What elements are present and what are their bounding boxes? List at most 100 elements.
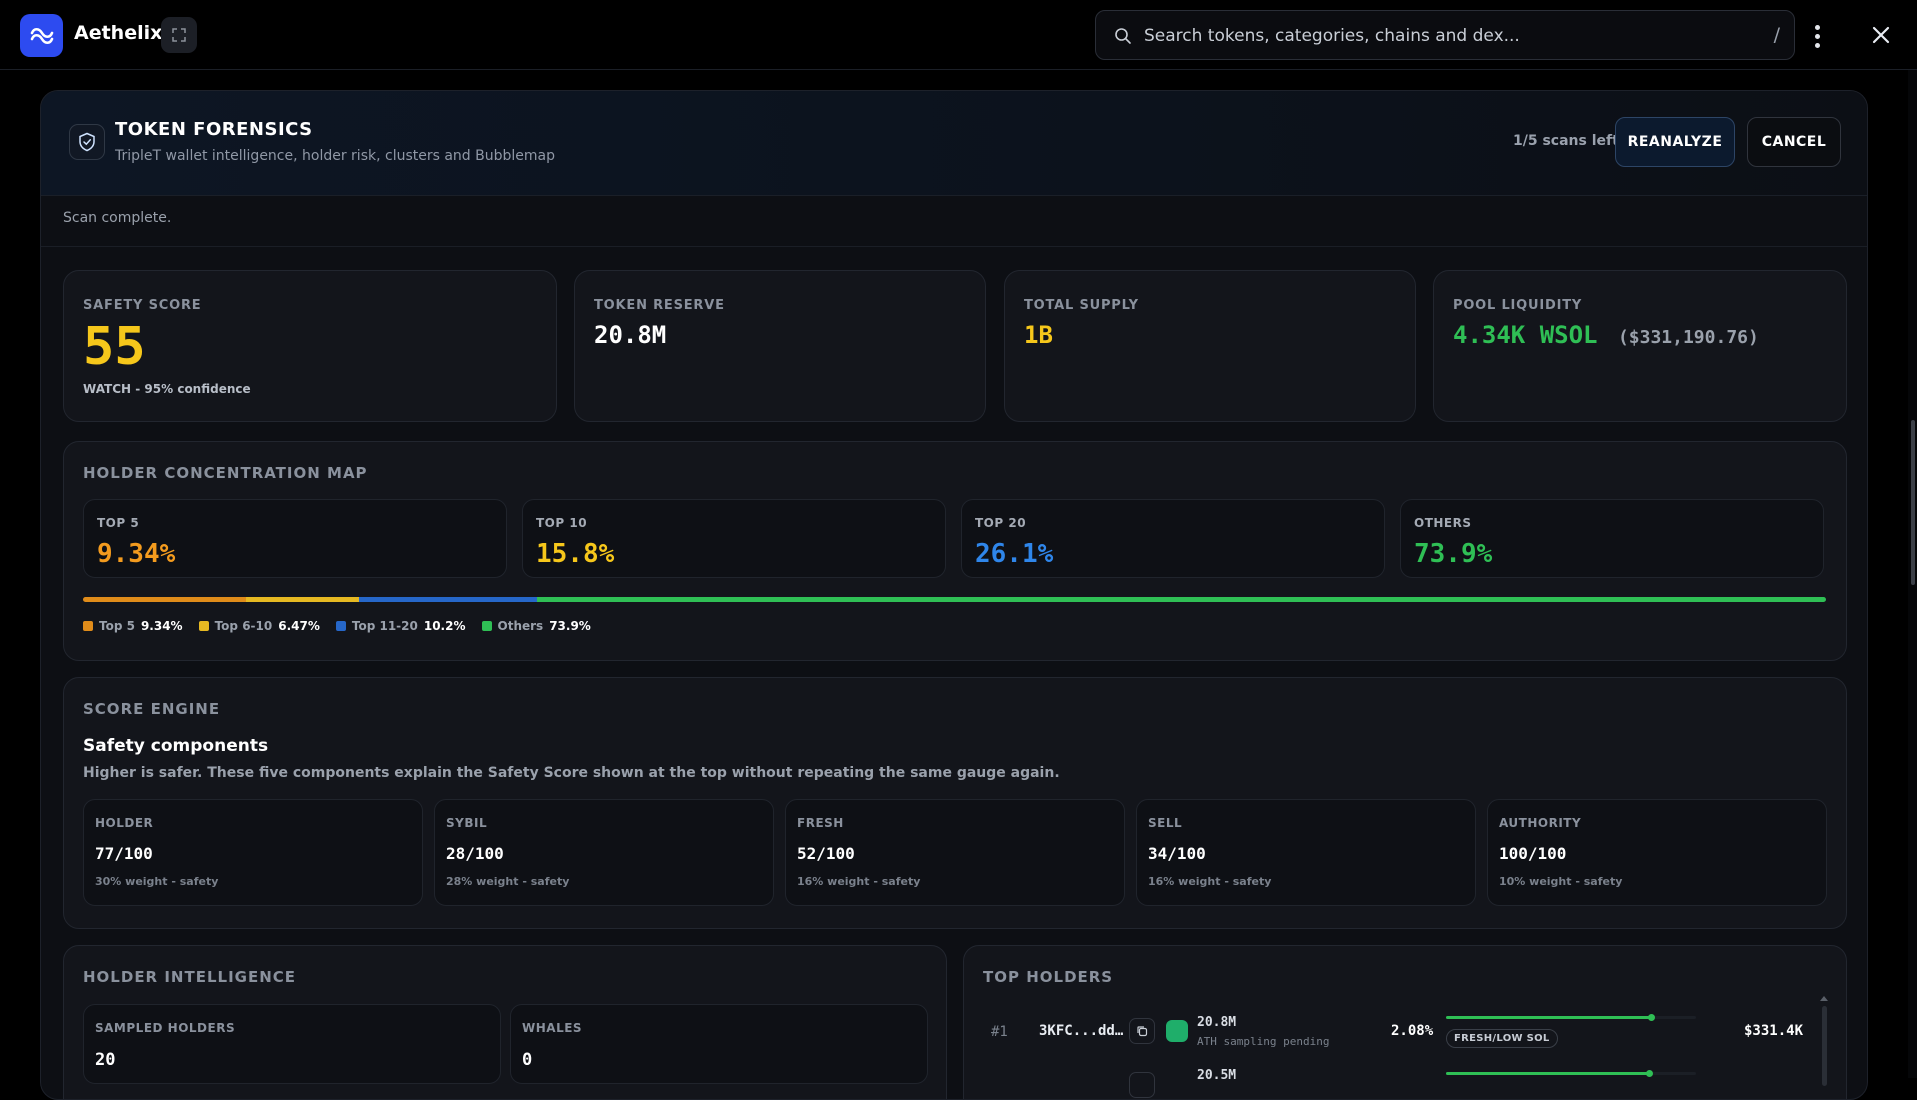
component-label: FRESH <box>797 816 844 830</box>
whales-box: WHALES 0 <box>510 1004 928 1084</box>
panel-header: TOKEN FORENSICS TripleT wallet intellige… <box>41 91 1867 196</box>
more-options-icon[interactable] <box>1805 18 1829 54</box>
score-engine-heading: Safety components <box>83 736 269 756</box>
holder-intelligence-card: HOLDER INTELLIGENCE SAMPLED HOLDERS 20 W… <box>63 945 947 1099</box>
conc-label: TOP 10 <box>536 516 588 530</box>
token-reserve-value: 20.8M <box>594 321 667 349</box>
conc-others: OTHERS 73.9% <box>1400 499 1824 578</box>
holder-amount: 20.5M <box>1197 1068 1237 1083</box>
copy-icon[interactable] <box>1129 1018 1155 1044</box>
holder-share-dot <box>1648 1014 1655 1021</box>
token-reserve-label: TOKEN RESERVE <box>594 298 725 313</box>
component-weight: 10% weight - safety <box>1499 875 1623 888</box>
conc-top5: TOP 5 9.34% <box>83 499 507 578</box>
component-weight: 16% weight - safety <box>1148 875 1272 888</box>
conc-label: TOP 5 <box>97 516 140 530</box>
concentration-bar-segment <box>83 597 246 602</box>
holder-tag-badge: FRESH/LOW SOL <box>1446 1029 1558 1048</box>
total-supply-value: 1B <box>1024 321 1053 349</box>
app-logo-icon[interactable] <box>20 14 63 57</box>
concentration-bar-segment <box>536 597 1826 602</box>
legend-name: Top 6-10 <box>214 619 273 633</box>
copy-icon[interactable] <box>1129 1072 1155 1098</box>
pool-liquidity-value-wrap: 4.34K WSOL ($331,190.76) <box>1453 321 1759 349</box>
holder-row[interactable]: #1 3KFC...dd… 20.8M ATH sampling pending… <box>964 1008 1846 1068</box>
holder-amount: 20.8M <box>1197 1015 1237 1030</box>
legend-item: Top 6-10 6.47% <box>198 619 320 633</box>
pool-liquidity-value: 4.34K WSOL <box>1453 321 1598 349</box>
conc-top20: TOP 20 26.1% <box>961 499 1385 578</box>
search-input[interactable] <box>1144 23 1734 49</box>
component-label: SELL <box>1148 816 1183 830</box>
holder-concentration-card: HOLDER CONCENTRATION MAP TOP 5 9.34% TOP… <box>63 441 1847 661</box>
component-label: SYBIL <box>446 816 488 830</box>
legend-name: Top 11-20 <box>351 619 418 633</box>
concentration-bar-segment <box>358 597 537 602</box>
safety-score-label: SAFETY SCORE <box>83 298 202 313</box>
list-scroll-up-icon[interactable] <box>1820 996 1828 1001</box>
component-label: AUTHORITY <box>1499 816 1582 830</box>
concentration-bar-segment <box>245 597 359 602</box>
legend-swatch <box>335 621 346 631</box>
concentration-bar <box>83 597 1826 602</box>
hi-value: 20 <box>95 1050 116 1070</box>
component-sell: SELL 34/100 16% weight - safety <box>1136 799 1476 906</box>
holder-address[interactable]: 3KFC...dd… <box>1039 1023 1123 1039</box>
legend-value: 73.9% <box>549 619 591 633</box>
score-engine-title: SCORE ENGINE <box>83 700 221 718</box>
scans-left-counter: 1/5 scans left <box>1513 133 1619 149</box>
total-supply-label: TOTAL SUPPLY <box>1024 298 1139 313</box>
page-scrollbar-thumb[interactable] <box>1911 420 1915 585</box>
legend-swatch <box>198 621 209 631</box>
reanalyze-button[interactable]: REANALYZE <box>1615 117 1735 167</box>
close-icon[interactable] <box>1868 22 1894 48</box>
holder-ath-note: ATH sampling pending <box>1197 1035 1330 1048</box>
sampled-holders-box: SAMPLED HOLDERS 20 <box>83 1004 501 1084</box>
component-holder: HOLDER 77/100 30% weight - safety <box>83 799 423 906</box>
conc-label: TOP 20 <box>975 516 1027 530</box>
component-weight: 28% weight - safety <box>446 875 570 888</box>
top-holders-card: TOP HOLDERS #1 3KFC...dd… 20.8M ATH samp… <box>963 945 1847 1099</box>
concentration-legend: Top 5 9.34% Top 6-10 6.47% Top 11-20 10.2% … <box>83 619 591 633</box>
component-label: HOLDER <box>95 816 154 830</box>
component-value: 100/100 <box>1499 844 1567 863</box>
cancel-button[interactable]: CANCEL <box>1747 117 1841 167</box>
component-sybil: SYBIL 28/100 28% weight - safety <box>434 799 774 906</box>
holder-intelligence-title: HOLDER INTELLIGENCE <box>83 968 297 986</box>
conc-value: 26.1% <box>975 539 1054 569</box>
holder-rank: #1 <box>991 1024 1008 1040</box>
shield-icon <box>69 124 105 160</box>
pool-liquidity-card: POOL LIQUIDITY 4.34K WSOL ($331,190.76) <box>1433 270 1847 422</box>
pool-liquidity-label: POOL LIQUIDITY <box>1453 298 1583 313</box>
legend-swatch <box>83 621 93 631</box>
component-value: 52/100 <box>797 844 855 863</box>
safety-score-value: 55 <box>83 317 146 377</box>
safety-score-card: SAFETY SCORE 55 WATCH - 95% confidence <box>63 270 557 422</box>
legend-value: 6.47% <box>278 619 320 633</box>
conc-value: 9.34% <box>97 539 176 569</box>
total-supply-card: TOTAL SUPPLY 1B <box>1004 270 1416 422</box>
score-engine-description: Higher is safer. These five components e… <box>83 765 1060 781</box>
search-bar[interactable]: / <box>1095 10 1795 60</box>
component-weight: 30% weight - safety <box>95 875 219 888</box>
component-weight: 16% weight - safety <box>797 875 921 888</box>
hi-value: 0 <box>522 1050 533 1070</box>
top-bar: Aethelix / <box>0 0 1917 70</box>
component-value: 34/100 <box>1148 844 1206 863</box>
expand-icon[interactable] <box>161 17 197 53</box>
legend-name: Top 5 <box>99 619 135 633</box>
hi-label: WHALES <box>522 1021 583 1035</box>
pool-liquidity-usd: ($331,190.76) <box>1617 327 1759 348</box>
conc-value: 15.8% <box>536 539 615 569</box>
conc-top10: TOP 10 15.8% <box>522 499 946 578</box>
holder-share-dot <box>1645 1070 1653 1077</box>
legend-swatch <box>481 621 492 631</box>
holder-row[interactable]: 20.5M <box>964 1064 1846 1099</box>
panel-subtitle: TripleT wallet intelligence, holder risk… <box>115 148 555 164</box>
token-reserve-card: TOKEN RESERVE 20.8M <box>574 270 986 422</box>
score-engine-card: SCORE ENGINE Safety components Higher is… <box>63 677 1847 929</box>
holder-concentration-title: HOLDER CONCENTRATION MAP <box>83 464 368 482</box>
token-icon <box>1166 1020 1188 1042</box>
holder-share-bar <box>1446 1014 1696 1021</box>
legend-name: Others <box>497 619 544 633</box>
